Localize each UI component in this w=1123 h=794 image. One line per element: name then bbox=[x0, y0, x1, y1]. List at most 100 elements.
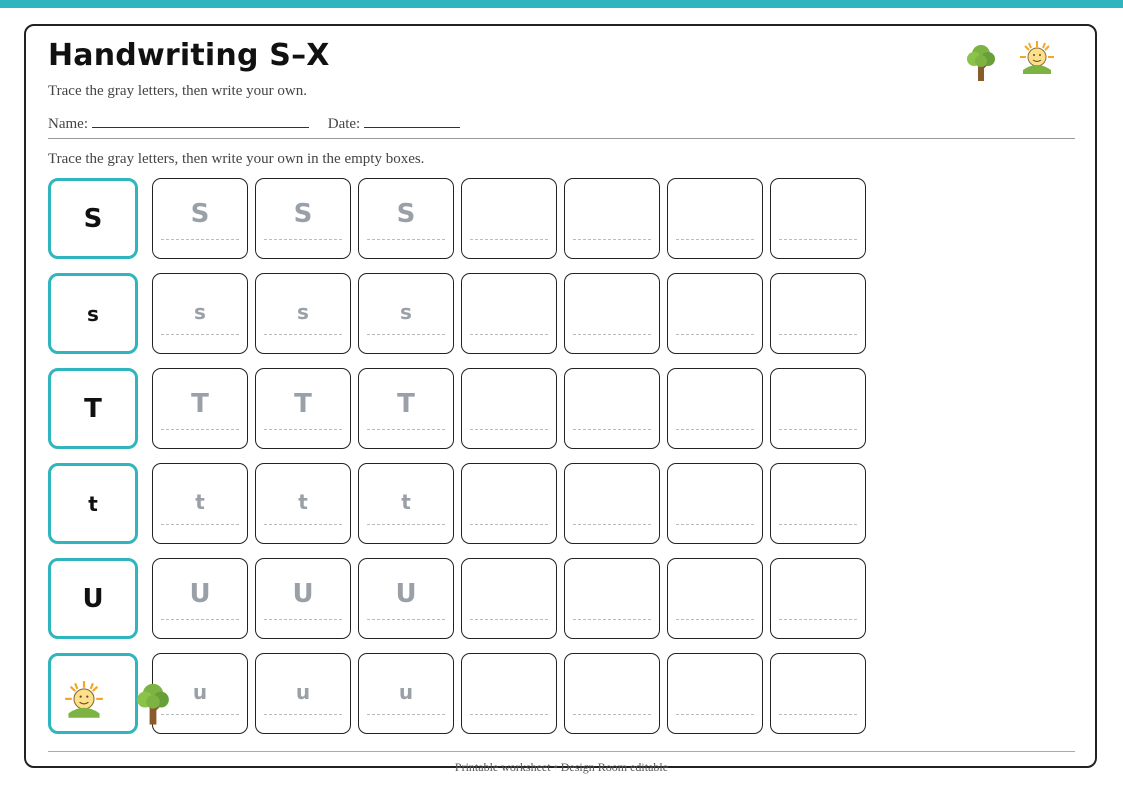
date-field[interactable] bbox=[364, 113, 461, 128]
worksheet-title: Handwriting S–X bbox=[48, 38, 330, 73]
trace-letter: s bbox=[194, 300, 206, 324]
write-box[interactable] bbox=[461, 178, 557, 259]
trace-box[interactable]: U bbox=[358, 558, 454, 639]
baseline-guide bbox=[676, 619, 754, 620]
baseline-guide bbox=[264, 239, 342, 240]
baseline-guide bbox=[264, 429, 342, 430]
trace-box[interactable]: s bbox=[358, 273, 454, 354]
baseline-guide bbox=[573, 429, 651, 430]
baseline-guide bbox=[470, 619, 548, 620]
write-box[interactable] bbox=[667, 368, 763, 449]
trace-box[interactable]: t bbox=[358, 463, 454, 544]
baseline-guide bbox=[264, 714, 342, 715]
trace-box[interactable]: t bbox=[152, 463, 248, 544]
write-box[interactable] bbox=[667, 558, 763, 639]
write-box[interactable] bbox=[564, 273, 660, 354]
write-box[interactable] bbox=[667, 178, 763, 259]
write-box[interactable] bbox=[461, 368, 557, 449]
write-box[interactable] bbox=[770, 368, 866, 449]
baseline-guide bbox=[470, 429, 548, 430]
write-box[interactable] bbox=[461, 463, 557, 544]
trace-box[interactable]: s bbox=[152, 273, 248, 354]
baseline-guide bbox=[367, 239, 445, 240]
write-box[interactable] bbox=[667, 463, 763, 544]
trace-letter: u bbox=[398, 680, 414, 704]
write-box[interactable] bbox=[564, 463, 660, 544]
footer-divider bbox=[48, 751, 1075, 752]
write-box[interactable] bbox=[770, 463, 866, 544]
baseline-guide bbox=[779, 239, 857, 240]
trace-letter: s bbox=[297, 300, 309, 324]
baseline-guide bbox=[367, 334, 445, 335]
baseline-guide bbox=[779, 334, 857, 335]
trace-box[interactable]: S bbox=[255, 178, 351, 259]
trace-box[interactable]: U bbox=[255, 558, 351, 639]
write-box[interactable] bbox=[770, 178, 866, 259]
write-box[interactable] bbox=[461, 653, 557, 734]
model-letter: t bbox=[48, 463, 138, 544]
trace-box[interactable]: S bbox=[152, 178, 248, 259]
write-box[interactable] bbox=[667, 653, 763, 734]
baseline-guide bbox=[573, 619, 651, 620]
trace-letter: S bbox=[190, 199, 210, 229]
write-box[interactable] bbox=[564, 653, 660, 734]
tree-icon bbox=[136, 680, 170, 731]
trace-letter: S bbox=[396, 199, 416, 229]
sun-icon bbox=[64, 680, 104, 725]
trace-letter: T bbox=[294, 389, 312, 419]
write-box[interactable] bbox=[461, 558, 557, 639]
baseline-guide bbox=[676, 239, 754, 240]
baseline-guide bbox=[367, 429, 445, 430]
instructions: Trace the gray letters, then write your … bbox=[48, 151, 425, 167]
baseline-guide bbox=[573, 524, 651, 525]
date-label: Date: bbox=[327, 116, 361, 132]
trace-letter: t bbox=[195, 490, 205, 514]
baseline-guide bbox=[161, 334, 239, 335]
trace-letter: U bbox=[189, 579, 211, 609]
write-box[interactable] bbox=[564, 178, 660, 259]
trace-box[interactable]: T bbox=[255, 368, 351, 449]
baseline-guide bbox=[779, 524, 857, 525]
write-box[interactable] bbox=[770, 558, 866, 639]
trace-box[interactable]: T bbox=[358, 368, 454, 449]
trace-letter: t bbox=[401, 490, 411, 514]
baseline-guide bbox=[573, 714, 651, 715]
baseline-guide bbox=[470, 239, 548, 240]
baseline-guide bbox=[470, 334, 548, 335]
baseline-guide bbox=[161, 524, 239, 525]
trace-box[interactable]: u bbox=[358, 653, 454, 734]
trace-box[interactable]: s bbox=[255, 273, 351, 354]
baseline-guide bbox=[573, 239, 651, 240]
trace-box[interactable]: u bbox=[255, 653, 351, 734]
baseline-guide bbox=[367, 714, 445, 715]
write-box[interactable] bbox=[564, 558, 660, 639]
baseline-guide bbox=[264, 334, 342, 335]
baseline-guide bbox=[470, 714, 548, 715]
baseline-guide bbox=[161, 429, 239, 430]
write-box[interactable] bbox=[564, 368, 660, 449]
write-box[interactable] bbox=[770, 653, 866, 734]
baseline-guide bbox=[264, 524, 342, 525]
trace-box[interactable]: U bbox=[152, 558, 248, 639]
name-field[interactable] bbox=[91, 113, 309, 128]
name-date-fields: Name: Date: bbox=[48, 113, 461, 133]
baseline-guide bbox=[161, 714, 239, 715]
top-accent-bar bbox=[0, 0, 1123, 8]
baseline-guide bbox=[264, 619, 342, 620]
model-letter: S bbox=[48, 178, 138, 259]
trace-letter: T bbox=[397, 389, 415, 419]
write-box[interactable] bbox=[461, 273, 557, 354]
baseline-guide bbox=[779, 429, 857, 430]
trace-box[interactable]: S bbox=[358, 178, 454, 259]
footer-text: Printable worksheet • Design Room editab… bbox=[454, 760, 669, 774]
baseline-guide bbox=[676, 334, 754, 335]
trace-box[interactable]: t bbox=[255, 463, 351, 544]
model-letter: T bbox=[48, 368, 138, 449]
trace-letter: s bbox=[400, 300, 412, 324]
write-box[interactable] bbox=[667, 273, 763, 354]
baseline-guide bbox=[367, 619, 445, 620]
write-box[interactable] bbox=[770, 273, 866, 354]
trace-box[interactable]: T bbox=[152, 368, 248, 449]
trace-letter: S bbox=[293, 199, 313, 229]
trace-letter: U bbox=[395, 579, 417, 609]
